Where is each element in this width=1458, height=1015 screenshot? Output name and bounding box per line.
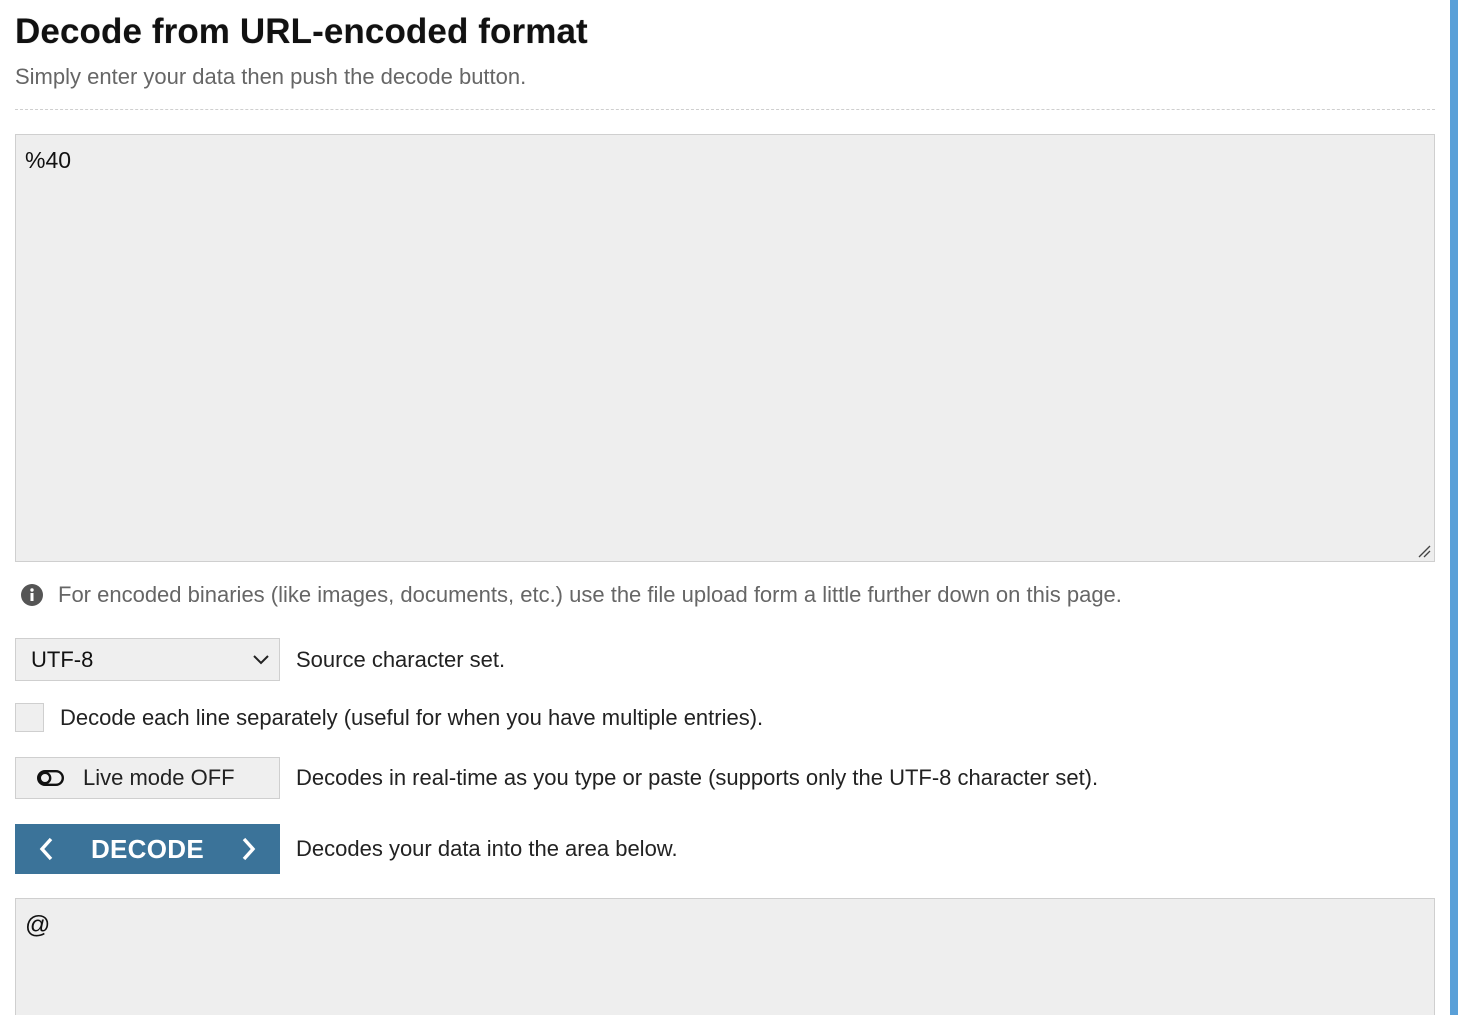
output-value: @ xyxy=(25,911,51,939)
charset-selected-value: UTF-8 xyxy=(31,646,94,672)
live-mode-label: Live mode OFF xyxy=(83,765,235,790)
page-title: Decode from URL-encoded format xyxy=(15,12,588,51)
charset-label: Source character set. xyxy=(296,646,506,672)
charset-select[interactable]: UTF-8 xyxy=(15,638,280,681)
output-textarea[interactable]: @ xyxy=(15,898,1435,1015)
info-icon xyxy=(21,584,43,606)
line-option-row: Decode each line separately (useful for … xyxy=(15,703,763,732)
decode-button[interactable]: DECODE xyxy=(15,824,280,874)
decode-description: Decodes your data into the area below. xyxy=(296,836,678,861)
decode-button-label: DECODE xyxy=(90,833,205,864)
divider xyxy=(15,109,1435,110)
live-mode-description: Decodes in real-time as you type or past… xyxy=(296,765,1099,790)
chevron-down-icon xyxy=(253,654,269,664)
charset-row: UTF-8 Source character set. xyxy=(15,638,505,681)
live-mode-button[interactable]: Live mode OFF xyxy=(15,757,280,799)
page-subtitle: Simply enter your data then push the dec… xyxy=(15,64,527,89)
scrollbar-edge xyxy=(1450,0,1458,1015)
input-value: %40 xyxy=(25,147,72,173)
live-mode-row: Live mode OFF Decodes in real-time as yo… xyxy=(15,757,1098,799)
chevron-left-icon xyxy=(39,837,53,861)
toggle-off-icon xyxy=(37,770,64,786)
decode-row: DECODE Decodes your data into the area b… xyxy=(15,824,678,874)
resize-handle-icon[interactable] xyxy=(1417,544,1431,558)
chevron-right-icon xyxy=(242,837,256,861)
input-textarea[interactable]: %40 xyxy=(15,134,1435,562)
binary-note: For encoded binaries (like images, docum… xyxy=(21,582,1122,608)
separate-lines-label[interactable]: Decode each line separately (useful for … xyxy=(60,705,763,731)
main-content: Decode from URL-encoded format Simply en… xyxy=(15,0,1435,1015)
binary-note-text: For encoded binaries (like images, docum… xyxy=(58,582,1122,607)
page: Decode from URL-encoded format Simply en… xyxy=(0,0,1458,1015)
separate-lines-checkbox[interactable] xyxy=(15,703,44,732)
